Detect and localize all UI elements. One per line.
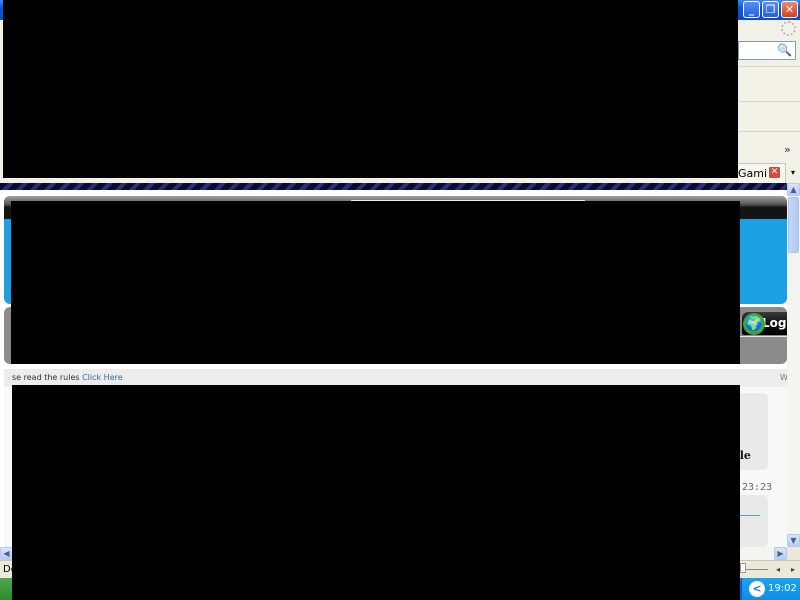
toolbar-divider (738, 101, 800, 102)
notice-text: se read the rules (12, 373, 83, 382)
scroll-right-button[interactable]: ▶ (774, 547, 787, 560)
decorative-stripe-border (0, 183, 787, 190)
loading-throbber-icon (781, 21, 796, 36)
zoom-slider-thumb[interactable] (740, 563, 746, 573)
vertical-scrollbar[interactable]: ▲ ▼ (787, 183, 800, 547)
vertical-scroll-thumb[interactable] (788, 197, 799, 253)
toolbar-divider (738, 66, 800, 67)
redacted-region (11, 201, 740, 364)
start-button[interactable] (0, 578, 12, 600)
scroll-up-button[interactable]: ▲ (787, 183, 800, 196)
clock: 19:02 (768, 583, 797, 594)
logout-globe-icon: 🌍 (743, 313, 765, 335)
scroll-down-button[interactable]: ▼ (787, 534, 800, 547)
restore-button[interactable]: ❐ (762, 1, 779, 18)
redacted-region (12, 385, 740, 600)
system-tray: < 19:02 (741, 578, 800, 600)
tab-list-button[interactable]: ▾ (785, 163, 800, 183)
status-left-arrow-icon[interactable]: ◂ (776, 561, 780, 578)
browser-search-input[interactable]: 🔍 (738, 41, 796, 60)
nav-logout[interactable]: 🌍 Log O (742, 312, 787, 335)
notice-right-text: W (780, 373, 787, 382)
redacted-region (3, 0, 738, 178)
tray-expand-icon[interactable]: < (749, 581, 765, 597)
nav-label: Log O (762, 316, 787, 330)
minimize-button[interactable]: _ (743, 1, 760, 18)
close-button[interactable]: ✕ (781, 1, 798, 18)
toolbar-overflow-chevron-icon[interactable]: » (784, 143, 791, 156)
rules-link[interactable]: Click Here (82, 373, 123, 382)
post-timestamp: 23:23 (742, 482, 773, 493)
status-right-arrow-icon[interactable]: ▸ (791, 561, 795, 578)
tab-close-icon[interactable]: ✕ (768, 166, 781, 179)
toolbar-divider (738, 131, 800, 132)
search-icon[interactable]: 🔍 (777, 43, 792, 57)
